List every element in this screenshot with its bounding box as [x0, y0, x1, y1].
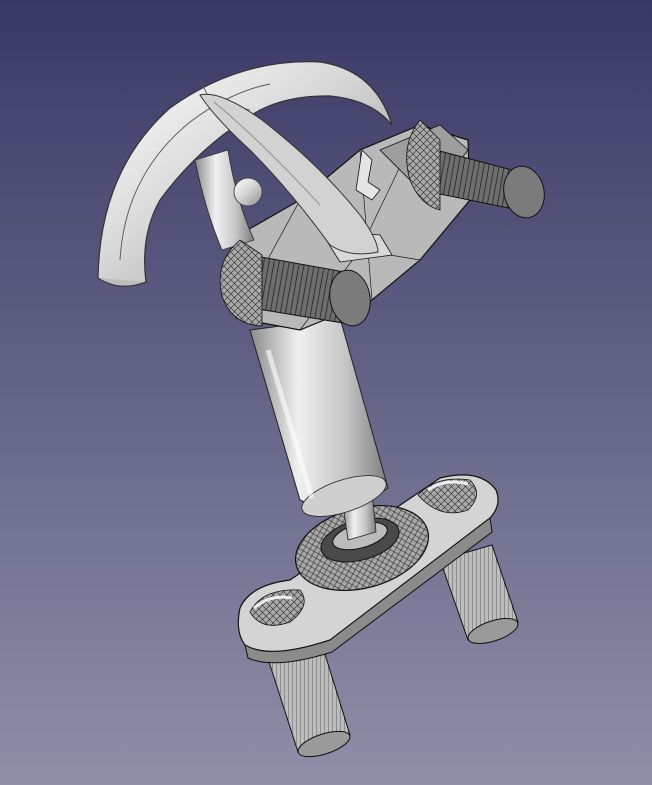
3d-scene[interactable] — [0, 0, 652, 785]
3d-viewport[interactable] — [0, 0, 652, 785]
ball-knob[interactable] — [233, 177, 263, 207]
